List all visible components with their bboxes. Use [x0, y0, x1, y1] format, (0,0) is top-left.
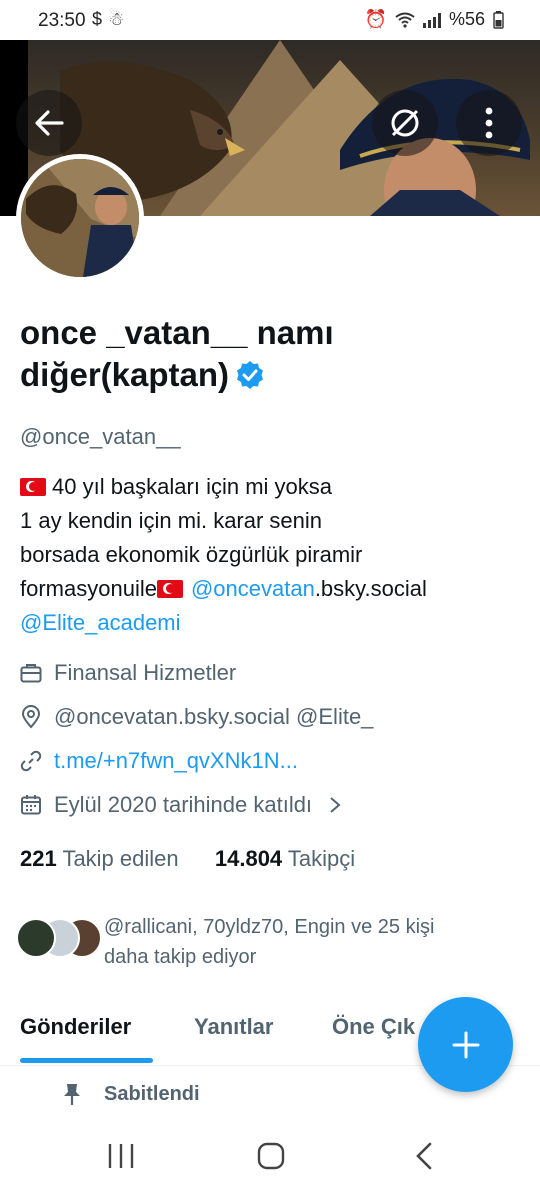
location-text: @oncevatan.bsky.social @Elite_	[54, 704, 374, 729]
avatar	[16, 918, 56, 958]
tab-posts[interactable]: Gönderiler	[20, 1014, 131, 1040]
more-options-button[interactable]	[456, 90, 522, 156]
active-tab-indicator	[20, 1058, 153, 1063]
bio-line-4: formasyonuile @oncevatan.bsky.social	[20, 576, 427, 601]
calendar-icon	[21, 795, 41, 815]
battery-text: %56	[448, 9, 485, 29]
tab-highlights[interactable]: Öne Çık	[332, 1014, 415, 1040]
profile-handle: @once_vatan__	[20, 424, 181, 449]
category-text: Finansal Hizmetler	[54, 660, 237, 685]
status-left-icons: $☃	[92, 9, 130, 30]
followers-you-know[interactable]: @rallicani, 70yldz70, Engin ve 25 kişi d…	[16, 912, 536, 972]
status-right: ⏰ %56	[365, 9, 504, 30]
mention-link-elite-academi[interactable]: @Elite_academi	[20, 606, 520, 640]
compose-post-button[interactable]	[418, 997, 513, 1092]
followers-you-know-text: @rallicani, 70yldz70, Engin ve 25 kişi d…	[104, 916, 435, 968]
alarm-icon: ⏰	[364, 9, 387, 29]
follow-counts: 221 Takip edilen 14.804 Takipçi	[20, 846, 355, 872]
back-button[interactable]	[16, 90, 82, 156]
system-nav-bar	[0, 1120, 540, 1199]
tab-replies[interactable]: Yanıtlar	[194, 1014, 273, 1040]
signal-icon	[422, 12, 441, 28]
bio-line-1: 40 yıl başkaları için mi yoksa	[20, 470, 520, 504]
profile-bio: 40 yıl başkaları için mi yoksa 1 ay kend…	[20, 470, 520, 640]
website-row[interactable]: t.me/+n7fwn_qvXNk1N...	[20, 748, 298, 774]
chevron-right-icon	[330, 797, 341, 813]
display-name: once _vatan__ namı diğer(kaptan)	[20, 312, 480, 396]
link-icon	[20, 750, 42, 772]
recent-apps-button[interactable]	[106, 1142, 136, 1170]
lists-icon	[391, 109, 419, 137]
category-row: Finansal Hizmetler	[20, 660, 236, 686]
avatar-image	[21, 159, 139, 277]
pin-icon	[64, 1084, 80, 1105]
joined-text: Eylül 2020 tarihinde katıldı	[54, 792, 313, 817]
turkey-flag-icon	[20, 478, 46, 496]
briefcase-icon	[20, 664, 42, 683]
pinned-label: Sabitlendi	[104, 1082, 200, 1105]
notification-icon: ☃	[108, 9, 131, 29]
home-button[interactable]	[256, 1142, 286, 1170]
website-link[interactable]: t.me/+n7fwn_qvXNk1N...	[54, 748, 298, 774]
joined-row[interactable]: Eylül 2020 tarihinde katıldı	[20, 792, 354, 818]
status-bar: 23:50 $☃ ⏰ %56	[0, 0, 540, 40]
turkey-flag-icon	[156, 580, 183, 598]
battery-icon	[493, 10, 504, 29]
plus-icon	[452, 1031, 479, 1058]
more-vertical-icon	[485, 107, 493, 139]
bio-line-3: borsada ekonomik özgürlük piramir	[20, 542, 363, 567]
dollar-icon: $	[92, 9, 109, 29]
verified-badge-icon[interactable]	[235, 360, 265, 390]
bio-line-2: 1 ay kendin için mi. karar senin	[20, 508, 323, 533]
arrow-left-icon	[35, 110, 64, 136]
pinned-indicator: Sabitlendi	[62, 1082, 200, 1106]
back-nav-button[interactable]	[412, 1142, 436, 1170]
mention-link-oncevatan[interactable]: @oncevatan	[191, 576, 315, 601]
wifi-icon	[395, 12, 415, 28]
display-name-text: once _vatan__ namı diğer(kaptan)	[20, 314, 334, 393]
location-row: @oncevatan.bsky.social @Elite_	[20, 704, 373, 730]
lists-button[interactable]	[372, 90, 438, 156]
avatar[interactable]	[16, 154, 144, 282]
location-pin-icon	[21, 705, 41, 729]
following-link[interactable]: 221 Takip edilen	[20, 846, 179, 871]
followers-link[interactable]: 14.804 Takipçi	[215, 846, 355, 871]
status-time: 23:50	[38, 10, 86, 31]
